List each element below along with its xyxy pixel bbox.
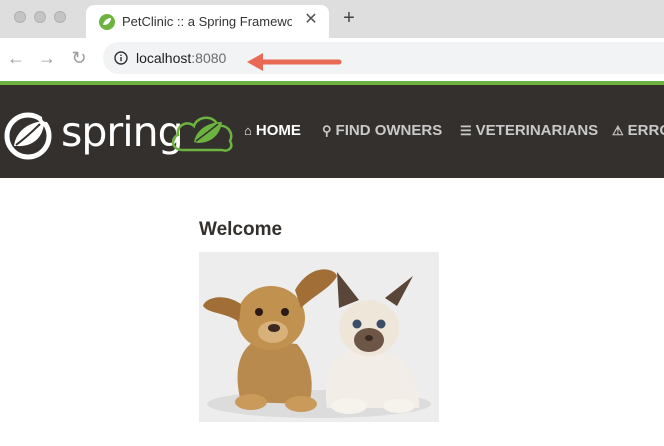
spring-brand-text[interactable]: spring [61, 107, 184, 157]
search-icon: ⚲ [322, 123, 332, 138]
nav-error[interactable]: ⚠ERROR [612, 121, 664, 141]
nav-error-label: ERROR [627, 122, 664, 139]
nav-home[interactable]: ⌂ HOME [244, 121, 301, 141]
forward-icon[interactable]: → [38, 49, 56, 67]
new-tab-button[interactable]: + [339, 8, 359, 28]
home-icon: ⌂ [244, 123, 252, 138]
annotation-arrow-icon [247, 53, 342, 71]
tab-title: PetClinic :: a Spring Framework demonstr… [122, 14, 292, 29]
spring-favicon-icon [99, 14, 115, 30]
spring-logo-icon[interactable] [4, 112, 56, 160]
url-host: localhost [136, 50, 192, 66]
nav-home-label: HOME [255, 122, 301, 139]
url-text: localhost:8080 [136, 49, 226, 67]
url-port: :8080 [191, 50, 227, 66]
nav-veterinarians-label: VETERINARIANS [475, 122, 599, 139]
reload-icon[interactable]: ↻ [70, 49, 88, 67]
close-tab-icon[interactable]: ✕ [302, 11, 320, 29]
minimize-window-button[interactable] [34, 11, 46, 23]
browser-tab[interactable]: PetClinic :: a Spring Framework demonstr… [86, 5, 329, 38]
nav-veterinarians[interactable]: ☰ VETERINARIANS [460, 121, 598, 141]
page-title: Welcome [199, 219, 283, 240]
pets-image [199, 252, 439, 422]
info-icon[interactable] [114, 51, 128, 65]
maximize-window-button[interactable] [54, 11, 66, 23]
nav-find-owners[interactable]: ⚲ FIND OWNERS [322, 121, 442, 141]
nav-find-owners-label: FIND OWNERS [335, 122, 443, 139]
petclinic-cloud-icon [171, 116, 233, 152]
address-bar[interactable]: localhost:8080 [103, 42, 664, 74]
list-icon: ☰ [460, 123, 472, 138]
browser-tab-strip: PetClinic :: a Spring Framework demonstr… [0, 0, 664, 38]
back-icon[interactable]: ← [7, 49, 25, 67]
close-window-button[interactable] [14, 11, 26, 23]
warning-icon: ⚠ [612, 123, 624, 138]
